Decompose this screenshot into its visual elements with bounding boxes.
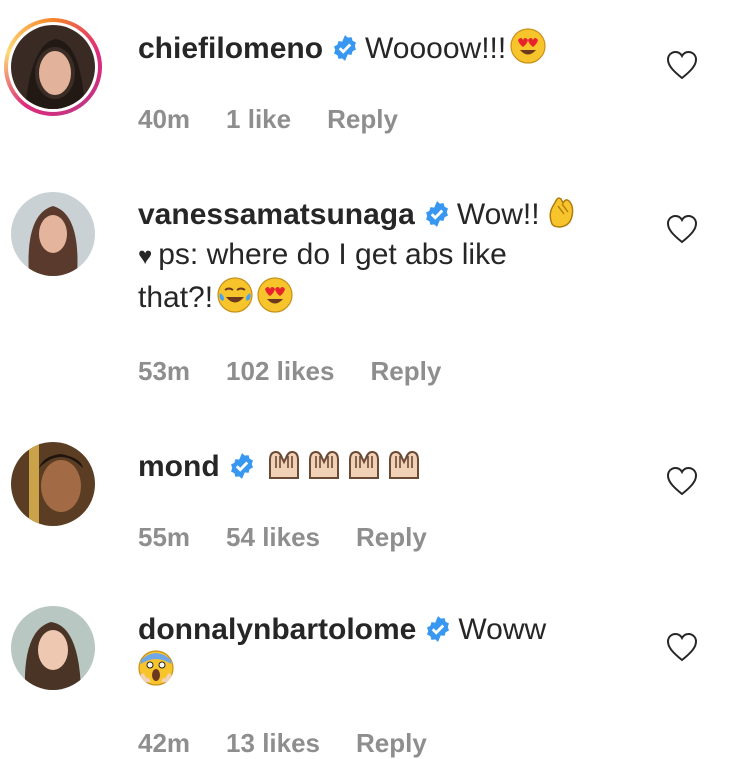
timestamp: 55m bbox=[138, 522, 191, 552]
username-link[interactable]: donnalynbartolome bbox=[138, 613, 416, 646]
likes-count[interactable]: 102 likes bbox=[226, 356, 334, 386]
comment-text: vanessamatsunaga Wow!! ♥ ps: where do I ge… bbox=[138, 194, 628, 318]
comment-body-line3: that?! bbox=[138, 281, 214, 314]
username-link[interactable]: mond bbox=[138, 450, 220, 483]
avatar[interactable] bbox=[11, 192, 95, 276]
username-link[interactable]: vanessamatsunaga bbox=[138, 198, 415, 231]
verified-badge-icon bbox=[230, 453, 253, 479]
avatar[interactable] bbox=[11, 442, 95, 526]
comment-body: Wow!! bbox=[456, 198, 540, 231]
verified-badge-icon bbox=[427, 616, 450, 642]
username-link[interactable]: chiefilomeno bbox=[138, 32, 323, 65]
raised-hands-emoji-icon bbox=[268, 450, 299, 479]
comment-meta: 40m 1 like Reply bbox=[138, 104, 434, 135]
likes-count[interactable]: 1 like bbox=[226, 104, 291, 134]
tears-of-joy-emoji-icon bbox=[217, 277, 253, 313]
comment-meta: 55m 54 likes Reply bbox=[138, 522, 463, 553]
timestamp: 42m bbox=[138, 728, 191, 758]
timestamp: 53m bbox=[138, 356, 191, 386]
comment-meta: 42m 13 likes Reply bbox=[138, 728, 463, 759]
like-heart-icon[interactable] bbox=[666, 466, 698, 496]
heart-eyes-emoji-icon bbox=[257, 277, 293, 313]
comment-body: Woww bbox=[458, 613, 547, 646]
comment-body-line2: ps: where do I get abs like bbox=[158, 238, 507, 271]
like-heart-icon[interactable] bbox=[666, 50, 698, 80]
screaming-face-emoji-icon bbox=[138, 650, 174, 686]
avatar[interactable] bbox=[11, 25, 95, 109]
comment-body: Woooow!!! bbox=[365, 32, 507, 65]
like-heart-icon[interactable] bbox=[666, 214, 698, 244]
heart-emoji-icon: ♥ bbox=[138, 243, 153, 270]
raised-hands-emoji-icon bbox=[348, 450, 379, 479]
raised-hands-emoji-icon bbox=[308, 450, 339, 479]
raised-hands-emoji-icon bbox=[388, 450, 419, 479]
comment-meta: 53m 102 likes Reply bbox=[138, 356, 477, 387]
likes-count[interactable]: 54 likes bbox=[226, 522, 320, 552]
likes-count[interactable]: 13 likes bbox=[226, 728, 320, 758]
comment-text: chiefilomeno Woooow!!! bbox=[138, 28, 628, 69]
timestamp: 40m bbox=[138, 104, 191, 134]
like-heart-icon[interactable] bbox=[666, 632, 698, 662]
heart-eyes-emoji-icon bbox=[510, 28, 546, 64]
reply-button[interactable]: Reply bbox=[370, 356, 441, 386]
reply-button[interactable]: Reply bbox=[356, 728, 427, 758]
verified-badge-icon bbox=[425, 201, 448, 227]
reply-button[interactable]: Reply bbox=[356, 522, 427, 552]
avatar[interactable] bbox=[11, 606, 95, 690]
comment-text: donnalynbartolome Woww bbox=[138, 610, 628, 691]
verified-badge-icon bbox=[334, 35, 356, 61]
comment-text: mond bbox=[138, 446, 628, 487]
clapping-hands-emoji-icon bbox=[549, 197, 573, 228]
reply-button[interactable]: Reply bbox=[327, 104, 398, 134]
